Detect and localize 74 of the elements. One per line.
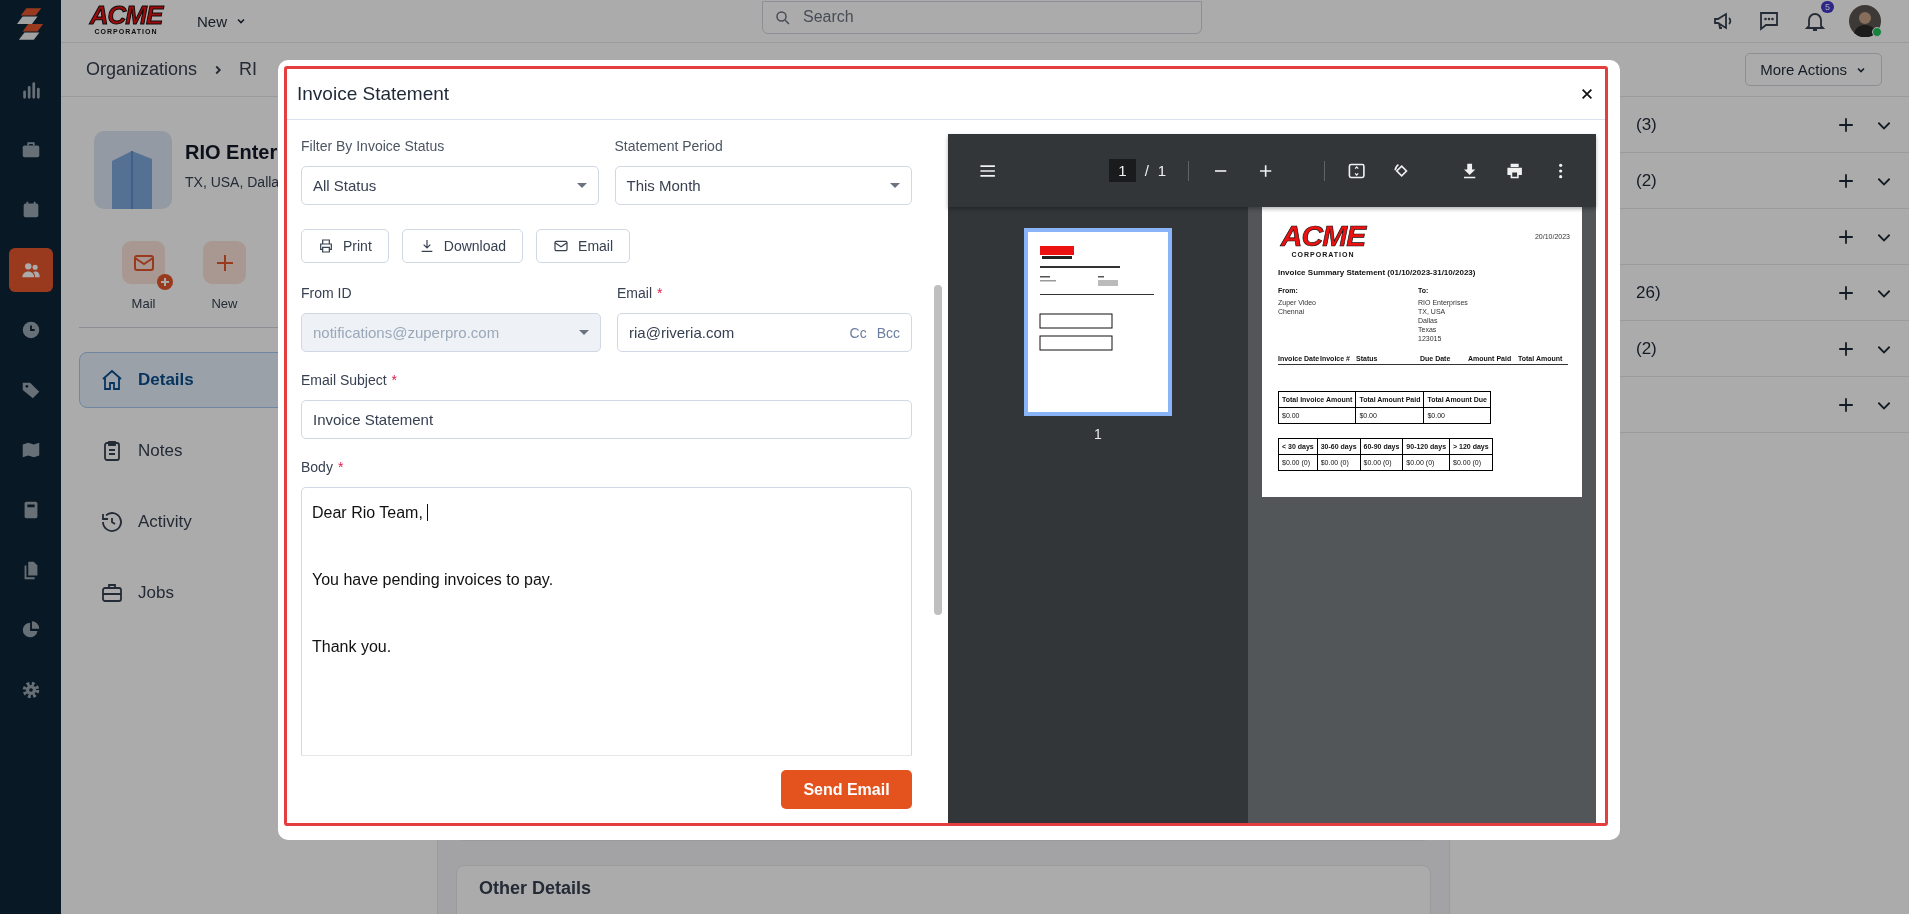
- section-count: (3): [1636, 114, 1657, 135]
- page-thumbnail[interactable]: [1024, 228, 1172, 416]
- breadcrumb-current: RI: [239, 59, 258, 80]
- field-label: Email: [617, 285, 652, 301]
- organization-address: TX, USA, Dalla: [185, 174, 280, 190]
- page-number-field[interactable]: 1: [1109, 159, 1136, 182]
- subject-field[interactable]: Invoice Statement: [301, 400, 912, 439]
- add-button[interactable]: [203, 241, 246, 284]
- dropdown[interactable]: All Status: [301, 166, 599, 205]
- home-icon: [100, 368, 124, 392]
- mail-button[interactable]: [122, 241, 165, 284]
- field-label: From ID: [301, 285, 353, 301]
- page-total: 1: [1157, 162, 1167, 179]
- plus-icon[interactable]: [1837, 227, 1855, 246]
- dropdown-arrow-icon: [576, 183, 587, 188]
- avatar[interactable]: [1849, 5, 1881, 37]
- search-icon: [774, 8, 792, 27]
- section-count: 26): [1636, 282, 1661, 303]
- download-button[interactable]: Download: [401, 229, 524, 263]
- text-cursor: [426, 504, 428, 521]
- plus-icon[interactable]: [1837, 171, 1855, 190]
- section-count: (2): [1636, 170, 1657, 191]
- action-label: Mail: [131, 296, 156, 311]
- dropdown[interactable]: This Month: [614, 166, 912, 205]
- plus-icon[interactable]: [1837, 283, 1855, 302]
- dropdown-arrow-icon: [579, 330, 589, 335]
- dialog-title: Invoice Statement: [297, 83, 450, 105]
- notification-badge: 5: [1820, 1, 1834, 13]
- plus-badge-icon: [157, 274, 173, 290]
- plus-icon[interactable]: [1837, 395, 1855, 414]
- mail-icon: [553, 238, 570, 254]
- field-label: Statement Period: [614, 138, 724, 154]
- section-count: (2): [1636, 338, 1657, 359]
- printer-icon: [318, 238, 334, 254]
- logo-icon: [16, 8, 45, 40]
- page-separator: /: [1144, 162, 1149, 179]
- breadcrumb-link[interactable]: Organizations: [86, 59, 198, 80]
- body-text: Dear Rio Team,: [312, 503, 423, 522]
- plus-icon[interactable]: [1837, 339, 1855, 358]
- card-title: Other Details: [479, 878, 592, 898]
- email-button[interactable]: Email: [536, 229, 631, 263]
- cc-link[interactable]: Cc: [849, 324, 867, 341]
- field-label: Filter By Invoice Status: [301, 138, 446, 154]
- field-label: Email Subject: [301, 372, 387, 388]
- logo-wordmark: ACME: [1280, 221, 1366, 251]
- more-actions-button[interactable]: More Actions: [1745, 53, 1882, 86]
- required-mark: *: [391, 372, 398, 388]
- people-icon[interactable]: [8, 248, 53, 292]
- send-email-button[interactable]: Send Email: [781, 770, 912, 809]
- field-label: Body: [301, 459, 333, 475]
- plus-icon[interactable]: [1837, 115, 1855, 134]
- close-icon[interactable]: [1580, 87, 1594, 101]
- logo-wordmark: ACME: [89, 1, 163, 28]
- chat-icon[interactable]: [1757, 9, 1781, 33]
- print-button[interactable]: Print: [301, 229, 389, 263]
- email-field[interactable]: ria@riveria.com Cc Bcc: [617, 313, 912, 352]
- building-icon: [94, 131, 172, 209]
- body-editor[interactable]: Dear Rio Team, You have pending invoices to pay. Thank you.: [301, 487, 912, 755]
- online-status-dot: [1872, 27, 1882, 37]
- required-mark: *: [337, 459, 344, 475]
- history-icon: [100, 510, 124, 534]
- new-menu[interactable]: New: [191, 11, 253, 31]
- organization-name: RIO Enter: [185, 141, 279, 164]
- scrollbar-thumb[interactable]: [934, 285, 942, 615]
- search-field[interactable]: Search: [762, 0, 1202, 34]
- body-text: Thank you.: [312, 637, 392, 656]
- document-title: Invoice Summary Statement (01/10/2023-31/10/2023): [1278, 268, 1477, 277]
- bcc-link[interactable]: Bcc: [876, 324, 900, 341]
- required-mark: *: [657, 285, 663, 301]
- action-label: New: [211, 296, 238, 311]
- dropdown-arrow-icon: [890, 183, 900, 188]
- briefcase-icon: [100, 581, 124, 605]
- thumbnail-page-number: 1: [1094, 426, 1102, 442]
- body-text: You have pending invoices to pay.: [312, 570, 554, 589]
